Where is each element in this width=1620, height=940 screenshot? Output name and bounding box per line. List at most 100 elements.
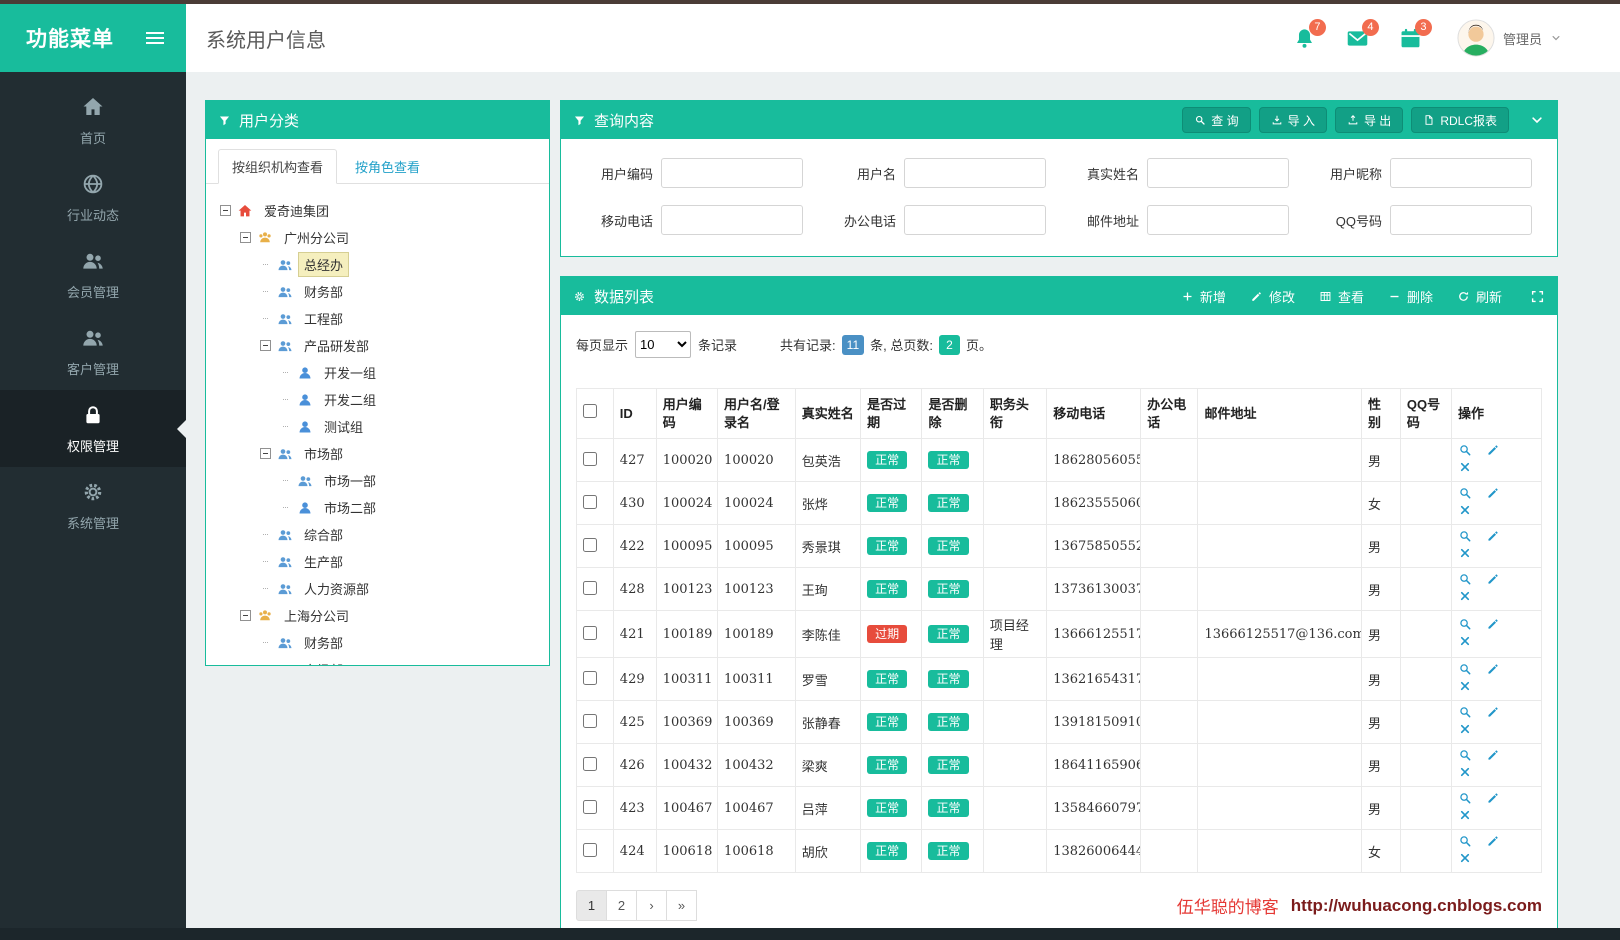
tree-node-label[interactable]: 综合部 (298, 522, 349, 547)
delete-row-icon[interactable] (1458, 546, 1472, 560)
field-input[interactable] (1147, 158, 1289, 188)
sidebar-item[interactable]: 权限管理 (0, 390, 186, 467)
edit-row-icon[interactable] (1486, 529, 1500, 543)
delete-row-icon[interactable] (1458, 634, 1472, 648)
row-checkbox[interactable] (583, 714, 597, 728)
tree-expander-icon[interactable] (260, 664, 271, 665)
delete-button[interactable]: 删除 (1388, 287, 1433, 306)
tree-node[interactable]: 市场部 (220, 656, 535, 665)
row-checkbox[interactable] (583, 626, 597, 640)
table-row[interactable]: 422 100095 100095 秀景琪 正常 正常 13675850552 (577, 525, 1542, 568)
tree-tab[interactable]: 按角色查看 (341, 149, 434, 184)
field-input[interactable] (904, 158, 1046, 188)
tree-expander-icon[interactable] (260, 556, 271, 567)
tree-node[interactable]: 财务部 (220, 278, 535, 305)
messages-button[interactable]: 4 (1345, 26, 1370, 51)
sidebar-item[interactable]: 行业动态 (0, 159, 186, 236)
add-button[interactable]: 新增 (1181, 287, 1226, 306)
edit-row-icon[interactable] (1486, 617, 1500, 631)
tree-node-label[interactable]: 市场部 (298, 441, 349, 466)
search-button[interactable]: 查 询 (1182, 107, 1250, 133)
row-checkbox[interactable] (583, 843, 597, 857)
table-row[interactable]: 424 100618 100618 胡欣 正常 正常 13826006444 (577, 830, 1542, 873)
tree-node[interactable]: 开发二组 (220, 386, 535, 413)
view-row-icon[interactable] (1458, 834, 1472, 848)
tree-node-label[interactable]: 开发二组 (318, 387, 382, 412)
tree-expander-icon[interactable] (240, 610, 251, 621)
delete-row-icon[interactable] (1458, 460, 1472, 474)
edit-row-icon[interactable] (1486, 834, 1500, 848)
tree-node-label[interactable]: 财务部 (298, 630, 349, 655)
table-row[interactable]: 428 100123 100123 王珣 正常 正常 13736130037 (577, 568, 1542, 611)
tree-node-label[interactable]: 开发一组 (318, 360, 382, 385)
delete-row-icon[interactable] (1458, 765, 1472, 779)
row-checkbox[interactable] (583, 452, 597, 466)
view-button[interactable]: 查看 (1319, 287, 1364, 306)
delete-row-icon[interactable] (1458, 851, 1472, 865)
tree-node-label[interactable]: 市场部 (298, 657, 349, 665)
page-button[interactable]: » (666, 890, 697, 921)
delete-row-icon[interactable] (1458, 808, 1472, 822)
tree-node[interactable]: 测试组 (220, 413, 535, 440)
tree-node-label[interactable]: 市场二部 (318, 495, 382, 520)
page-button[interactable]: 2 (606, 890, 637, 921)
sidebar-item[interactable]: 客户管理 (0, 313, 186, 390)
view-row-icon[interactable] (1458, 662, 1472, 676)
view-row-icon[interactable] (1458, 486, 1472, 500)
row-checkbox[interactable] (583, 800, 597, 814)
notifications-button[interactable]: 7 (1292, 26, 1317, 51)
tree-node-label[interactable]: 财务部 (298, 279, 349, 304)
delete-row-icon[interactable] (1458, 679, 1472, 693)
view-row-icon[interactable] (1458, 443, 1472, 457)
tree-expander-icon[interactable] (280, 394, 291, 405)
tree-node[interactable]: 财务部 (220, 629, 535, 656)
tree-expander-icon[interactable] (260, 529, 271, 540)
edit-row-icon[interactable] (1486, 486, 1500, 500)
delete-row-icon[interactable] (1458, 589, 1472, 603)
fullscreen-button[interactable] (1530, 289, 1545, 304)
tree-node[interactable]: 产品研发部 (220, 332, 535, 359)
tree-node[interactable]: 工程部 (220, 305, 535, 332)
tree-expander-icon[interactable] (260, 448, 271, 459)
row-checkbox[interactable] (583, 495, 597, 509)
table-row[interactable]: 426 100432 100432 梁爽 正常 正常 18641165906 (577, 744, 1542, 787)
edit-row-icon[interactable] (1486, 791, 1500, 805)
field-input[interactable] (1147, 205, 1289, 235)
table-row[interactable]: 423 100467 100467 吕萍 正常 正常 13584660797 (577, 787, 1542, 830)
calendar-button[interactable]: 3 (1398, 26, 1423, 51)
tree-node-label[interactable]: 测试组 (318, 414, 369, 439)
tree-expander-icon[interactable] (280, 475, 291, 486)
tree-node[interactable]: 爱奇迪集团 (220, 197, 535, 224)
delete-row-icon[interactable] (1458, 722, 1472, 736)
tree-node-label[interactable]: 总经办 (298, 252, 349, 277)
tree-expander-icon[interactable] (260, 259, 271, 270)
select-all-checkbox[interactable] (583, 404, 597, 418)
table-row[interactable]: 429 100311 100311 罗雪 正常 正常 13621654317 (577, 658, 1542, 701)
hamburger-icon[interactable] (142, 28, 168, 48)
tree-node[interactable]: 总经办 (220, 251, 535, 278)
tree-node-label[interactable]: 人力资源部 (298, 576, 375, 601)
user-menu[interactable]: 管理员 (1457, 19, 1562, 57)
view-row-icon[interactable] (1458, 572, 1472, 586)
tree-expander-icon[interactable] (260, 286, 271, 297)
export-button[interactable]: 导 出 (1335, 107, 1403, 133)
field-input[interactable] (904, 205, 1046, 235)
tree-node-label[interactable]: 产品研发部 (298, 333, 375, 358)
field-input[interactable] (1390, 158, 1532, 188)
tree-expander-icon[interactable] (280, 421, 291, 432)
delete-row-icon[interactable] (1458, 503, 1472, 517)
tree-node-label[interactable]: 市场一部 (318, 468, 382, 493)
tree-node[interactable]: 开发一组 (220, 359, 535, 386)
tree-expander-icon[interactable] (260, 637, 271, 648)
table-row[interactable]: 430 100024 100024 张烨 正常 正常 18623555060 (577, 482, 1542, 525)
view-row-icon[interactable] (1458, 617, 1472, 631)
table-row[interactable]: 427 100020 100020 包英浩 正常 正常 18628056055 (577, 439, 1542, 482)
view-row-icon[interactable] (1458, 705, 1472, 719)
refresh-button[interactable]: 刷新 (1457, 287, 1502, 306)
tree-node[interactable]: 人力资源部 (220, 575, 535, 602)
field-input[interactable] (1390, 205, 1532, 235)
tree-node[interactable]: 市场部 (220, 440, 535, 467)
collapse-panel-button[interactable] (1529, 112, 1545, 128)
blog-link[interactable]: http://wuhuacong.cnblogs.com (1291, 896, 1542, 916)
tree-node-label[interactable]: 爱奇迪集团 (258, 198, 335, 223)
